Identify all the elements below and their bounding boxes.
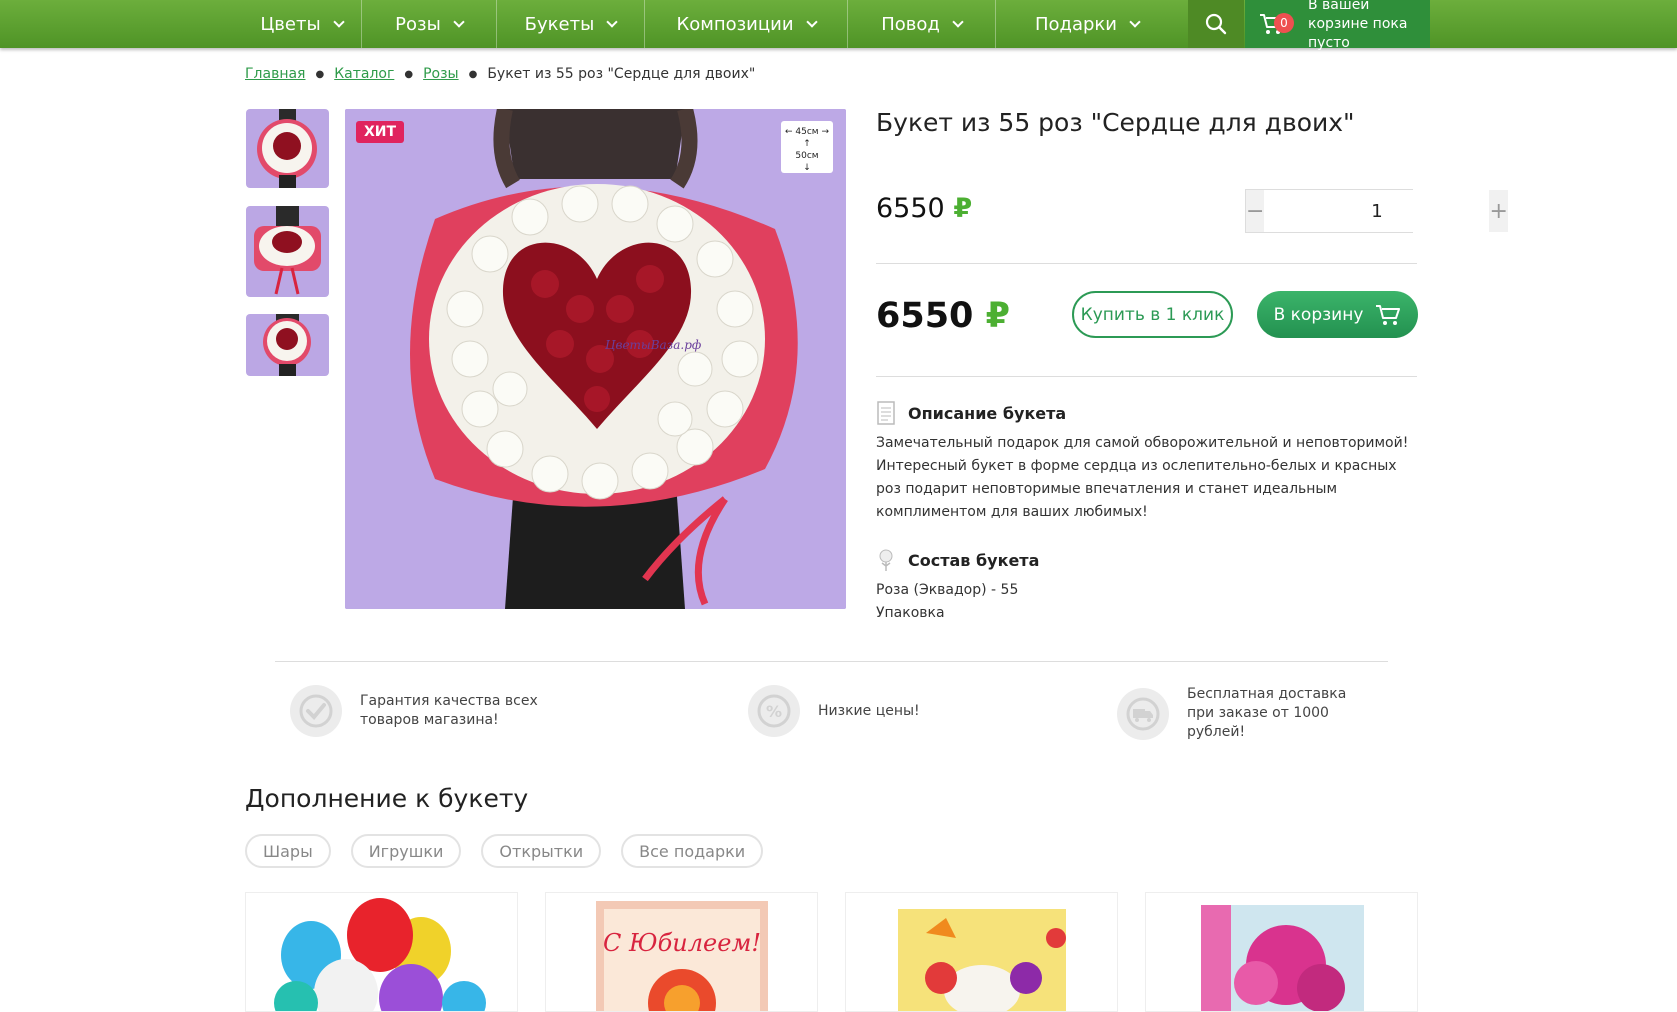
cart-status-text: В вашей корзине пока пусто <box>1308 0 1408 51</box>
card-greeting-text: С Юбилеем! <box>603 929 761 957</box>
addon-card-anniversary[interactable]: С Юбилеем! <box>545 892 818 1012</box>
bouquet-size-button[interactable]: ← 45см → ↑ 50см ↓ <box>781 121 833 173</box>
tab-toys[interactable]: Игрушки <box>350 834 462 868</box>
add-to-cart-button[interactable]: В корзину <box>1257 291 1418 338</box>
divider <box>275 661 1388 662</box>
size-width: ← 45см → <box>784 127 829 137</box>
quantity-decrease-button[interactable]: − <box>1246 190 1265 232</box>
product-thumbnail-1[interactable] <box>246 109 329 188</box>
nav-item-label: Цветы <box>260 13 321 35</box>
nav-item-label: Подарки <box>1034 13 1118 35</box>
truck-badge-icon <box>1117 687 1169 740</box>
description-text: Замечательный подарок для самой обворожи… <box>876 435 1409 520</box>
advantage-text: Бесплатная доставка при заказе от 1000 р… <box>1187 686 1347 740</box>
price-value: 6550 <box>876 193 945 224</box>
nav-item-gifts[interactable]: Подарки <box>996 0 1178 48</box>
tab-cards[interactable]: Открытки <box>481 834 602 868</box>
addon-card-balloons[interactable] <box>245 892 518 1012</box>
addon-card-flowers[interactable] <box>845 892 1118 1012</box>
chevron-down-icon <box>333 15 345 28</box>
search-icon <box>1205 13 1227 35</box>
description-title: Описание букета <box>908 403 1067 423</box>
product-price-small: 6550 ₽ <box>876 193 972 224</box>
chevron-down-icon <box>952 15 964 28</box>
composition-heading: Состав букета <box>876 548 1039 572</box>
size-arrow-down-icon: ↓ <box>803 163 811 173</box>
nav-item-label: Розы <box>395 13 441 35</box>
cart-icon: 0 <box>1258 11 1294 37</box>
chevron-down-icon <box>1129 15 1141 28</box>
nav-item-label: Композиции <box>676 13 794 35</box>
header-cart[interactable]: 0 В вашей корзине пока пусто <box>1245 0 1430 51</box>
product-price-large: 6550 ₽ <box>876 296 1010 336</box>
chevron-down-icon <box>453 15 465 28</box>
buy-one-click-button[interactable]: Купить в 1 клик <box>1072 291 1233 338</box>
nav-item-flowers[interactable]: Цветы <box>242 0 362 48</box>
divider <box>876 376 1417 377</box>
breadcrumb-separator: ● <box>468 68 478 80</box>
advantage-text: Гарантия качества всех товаров магазина! <box>360 693 538 728</box>
product-thumbnail-3[interactable] <box>246 314 329 376</box>
price-value: 6550 <box>876 296 974 336</box>
quantity-stepper: − + <box>1245 189 1508 233</box>
size-arrow-up-icon: ↑ <box>803 139 811 149</box>
breadcrumb: Главная ● Каталог ● Розы ● Букет из 55 р… <box>245 66 755 82</box>
quantity-input[interactable] <box>1264 190 1490 232</box>
composition-item: Роза (Эквадор) - 55 <box>876 582 1019 598</box>
breadcrumb-roses[interactable]: Розы <box>423 66 459 82</box>
product-main-image[interactable]: ЦветыВаза.рф ХИТ ← 45см → ↑ 50см ↓ <box>345 109 846 609</box>
top-navigation-bar: Цветы Розы Букеты Композиции Повод Подар… <box>0 0 1677 51</box>
product-title: Букет из 55 роз "Сердце для двоих" <box>876 108 1355 137</box>
flower-card-image <box>846 893 1117 1011</box>
description-heading: Описание букета <box>876 401 1066 425</box>
balloons-image <box>246 893 517 1011</box>
composition-title: Состав букета <box>908 550 1040 570</box>
image-watermark: ЦветыВаза.рф <box>605 338 701 352</box>
addons-title: Дополнение к букету <box>245 784 529 813</box>
product-thumbnail-2[interactable] <box>246 206 329 297</box>
svg-text:%: % <box>766 702 782 721</box>
advantage-text: Низкие цены! <box>818 702 920 719</box>
nav-item-bouquets[interactable]: Букеты <box>497 0 645 48</box>
divider <box>876 263 1417 264</box>
nav-item-roses[interactable]: Розы <box>362 0 497 48</box>
greeting-card-image: С Юбилеем! <box>546 893 817 1011</box>
ruble-sign: ₽ <box>953 193 973 224</box>
nav-item-label: Букеты <box>524 13 595 35</box>
composition-item: Упаковка <box>876 605 945 621</box>
tab-all-gifts[interactable]: Все подарки <box>621 834 764 868</box>
check-badge-icon <box>290 685 342 737</box>
bouquet-illustration: ЦветыВаза.рф <box>345 109 846 609</box>
quantity-increase-button[interactable]: + <box>1489 190 1508 232</box>
nav-item-occasion[interactable]: Повод <box>848 0 996 48</box>
document-icon <box>877 401 895 425</box>
nav-item-compositions[interactable]: Композиции <box>645 0 848 48</box>
size-height: 50см <box>795 151 819 161</box>
advantage-free-delivery: Бесплатная доставка при заказе от 1000 р… <box>1117 685 1367 742</box>
composition-list: Роза (Эквадор) - 55 Упаковка <box>876 579 1421 625</box>
advantage-quality: Гарантия качества всех товаров магазина! <box>290 685 540 737</box>
pink-flowers-image <box>1146 893 1417 1011</box>
add-to-cart-label: В корзину <box>1273 304 1364 325</box>
nav-item-label: Повод <box>881 13 940 35</box>
addon-card-pink-flowers[interactable] <box>1145 892 1418 1012</box>
breadcrumb-home[interactable]: Главная <box>245 66 305 82</box>
addon-tabs: Шары Игрушки Открытки Все подарки <box>245 834 764 868</box>
cart-count-badge: 0 <box>1274 13 1294 33</box>
main-menu: Цветы Розы Букеты Композиции Повод Подар… <box>242 0 1178 48</box>
breadcrumb-separator: ● <box>315 68 325 80</box>
search-button[interactable] <box>1188 0 1244 48</box>
cart-icon <box>1376 304 1401 325</box>
breadcrumb-current: Букет из 55 роз "Сердце для двоих" <box>487 66 756 82</box>
hit-badge: ХИТ <box>356 121 405 143</box>
flower-icon <box>879 549 893 571</box>
advantage-low-prices: % Низкие цены! <box>748 685 920 737</box>
breadcrumb-catalog[interactable]: Каталог <box>334 66 394 82</box>
percent-badge-icon: % <box>748 685 800 737</box>
chevron-down-icon <box>805 15 818 28</box>
chevron-down-icon <box>606 15 618 28</box>
ruble-sign: ₽ <box>985 296 1010 336</box>
breadcrumb-separator: ● <box>404 68 414 80</box>
tab-balloons[interactable]: Шары <box>245 834 331 868</box>
